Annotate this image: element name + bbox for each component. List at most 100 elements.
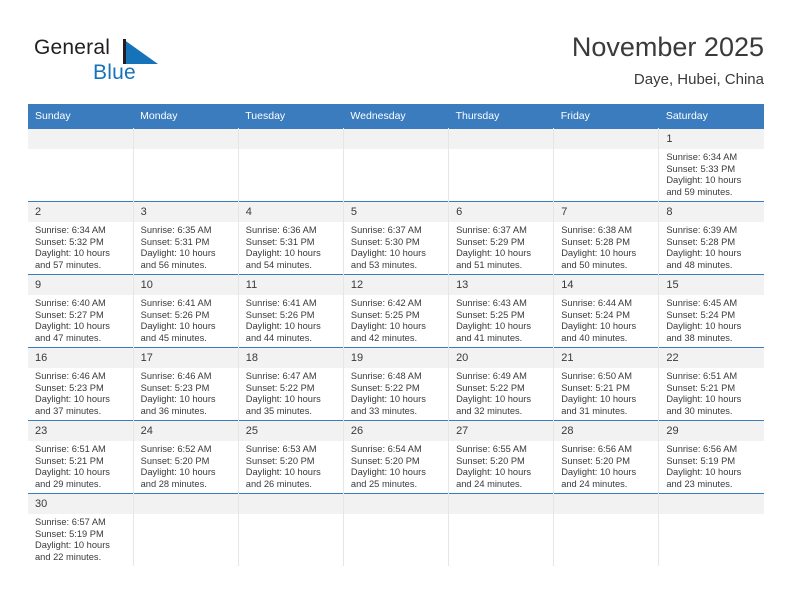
calendar-day-cell[interactable]: 24 Sunrise: 6:52 AM Sunset: 5:20 PM Dayligh… xyxy=(133,420,239,494)
sunset-text: Sunset: 5:20 PM xyxy=(140,455,210,466)
calendar-day-cell[interactable]: 19 Sunrise: 6:48 AM Sunset: 5:22 PM Dayligh… xyxy=(343,347,450,421)
sunset-text: Sunset: 5:29 PM xyxy=(456,236,525,247)
sunrise-text: Sunrise: 6:35 AM xyxy=(140,225,212,235)
sunset-text: Sunset: 5:19 PM xyxy=(35,528,104,539)
sunrise-text: Sunrise: 6:46 AM xyxy=(35,371,106,381)
daylight-text-line2: and 40 minutes. xyxy=(561,332,628,343)
day-number: 3 xyxy=(133,202,238,222)
calendar-day-cell[interactable]: 25 Sunrise: 6:53 AM Sunset: 5:20 PM Dayligh… xyxy=(238,420,344,494)
calendar-day-cell[interactable]: 12 Sunrise: 6:42 AM Sunset: 5:25 PM Dayligh… xyxy=(343,274,450,348)
day-detail: Sunrise: 6:48 AM Sunset: 5:22 PM Daylight:… xyxy=(344,368,448,417)
calendar-day-cell[interactable]: 27 Sunrise: 6:55 AM Sunset: 5:20 PM Dayligh… xyxy=(448,420,555,494)
calendar-day-cell[interactable]: 16 Sunrise: 6:46 AM Sunset: 5:23 PM Dayligh… xyxy=(28,347,134,421)
day-number: 16 xyxy=(28,348,133,368)
calendar-day-cell[interactable]: 22 Sunrise: 6:51 AM Sunset: 5:21 PM Dayligh… xyxy=(658,347,764,421)
calendar-day-cell[interactable]: 28 Sunrise: 6:56 AM Sunset: 5:20 PM Dayligh… xyxy=(553,420,660,494)
day-detail: Sunrise: 6:34 AM Sunset: 5:32 PM Daylight:… xyxy=(28,222,133,271)
sunset-text: Sunset: 5:27 PM xyxy=(35,309,104,320)
day-number xyxy=(449,494,554,514)
sunrise-text: Sunrise: 6:56 AM xyxy=(561,444,633,454)
calendar-day-cell[interactable]: 7 Sunrise: 6:38 AM Sunset: 5:28 PM Daylight… xyxy=(553,201,660,275)
calendar-day-cell[interactable]: 29 Sunrise: 6:56 AM Sunset: 5:19 PM Dayligh… xyxy=(658,420,764,494)
day-number: 8 xyxy=(659,202,764,222)
day-number xyxy=(238,494,343,514)
calendar-day-cell[interactable]: 18 Sunrise: 6:47 AM Sunset: 5:22 PM Dayligh… xyxy=(238,347,344,421)
day-detail: Sunrise: 6:49 AM Sunset: 5:22 PM Daylight:… xyxy=(449,368,553,417)
day-detail: Sunrise: 6:41 AM Sunset: 5:26 PM Daylight:… xyxy=(239,295,343,344)
day-number xyxy=(133,494,238,514)
calendar-day-cell[interactable]: 6 Sunrise: 6:37 AM Sunset: 5:29 PM Daylight… xyxy=(448,201,555,275)
daylight-text-line1: Daylight: 10 hours xyxy=(561,467,637,478)
sunrise-text: Sunrise: 6:49 AM xyxy=(456,371,527,381)
day-number: 29 xyxy=(659,421,764,441)
daylight-text-line2: and 25 minutes. xyxy=(350,478,418,489)
title-block: November 2025 Daye, Hubei, China xyxy=(572,30,764,91)
sunrise-text: Sunrise: 6:36 AM xyxy=(245,225,317,235)
calendar-day-cell[interactable]: 20 Sunrise: 6:49 AM Sunset: 5:22 PM Dayligh… xyxy=(448,347,555,421)
calendar-day-cell[interactable]: 1 Sunrise: 6:34 AM Sunset: 5:33 PM Daylight… xyxy=(658,128,764,202)
day-number: 20 xyxy=(449,348,554,368)
calendar-day-cell[interactable]: 5 Sunrise: 6:37 AM Sunset: 5:30 PM Daylight… xyxy=(343,201,450,275)
calendar-day-cell[interactable]: 30 Sunrise: 6:57 AM Sunset: 5:19 PM Dayligh… xyxy=(28,493,134,566)
daylight-text-line1: Daylight: 10 hours xyxy=(350,321,426,332)
day-number xyxy=(133,129,238,149)
sunrise-sunset-calendar: Sunday Monday Tuesday Wednesday Thursday… xyxy=(28,104,764,566)
daylight-text-line1: Daylight: 10 hours xyxy=(666,467,742,478)
sunrise-text: Sunrise: 6:39 AM xyxy=(666,225,738,235)
sunrise-text: Sunrise: 6:46 AM xyxy=(140,371,212,381)
day-detail: Sunrise: 6:34 AM Sunset: 5:33 PM Daylight:… xyxy=(659,149,764,198)
day-number: 24 xyxy=(133,421,238,441)
daylight-text-line1: Daylight: 10 hours xyxy=(35,467,110,478)
page-header: General Blue November 2025 Daye, Hubei, … xyxy=(28,30,764,100)
sunset-text: Sunset: 5:24 PM xyxy=(666,309,736,320)
daylight-text-line1: Daylight: 10 hours xyxy=(456,467,531,478)
sunset-text: Sunset: 5:24 PM xyxy=(561,309,630,320)
calendar-day-cell[interactable]: 23 Sunrise: 6:51 AM Sunset: 5:21 PM Dayligh… xyxy=(28,420,134,494)
calendar-day-cell[interactable]: 17 Sunrise: 6:46 AM Sunset: 5:23 PM Dayligh… xyxy=(133,347,239,421)
sunrise-text: Sunrise: 6:50 AM xyxy=(561,371,633,381)
calendar-day-cell[interactable]: 21 Sunrise: 6:50 AM Sunset: 5:21 PM Dayligh… xyxy=(553,347,660,421)
daylight-text-line1: Daylight: 10 hours xyxy=(140,467,216,478)
daylight-text-line2: and 47 minutes. xyxy=(35,332,102,343)
daylight-text-line2: and 37 minutes. xyxy=(35,405,102,416)
daylight-text-line2: and 51 minutes. xyxy=(456,259,523,270)
calendar-week-row: 1 Sunrise: 6:34 AM Sunset: 5:33 PM Daylight… xyxy=(28,128,764,202)
calendar-day-cell[interactable]: 11 Sunrise: 6:41 AM Sunset: 5:26 PM Dayligh… xyxy=(238,274,344,348)
daylight-text-line1: Daylight: 10 hours xyxy=(350,248,426,259)
calendar-day-cell[interactable]: 10 Sunrise: 6:41 AM Sunset: 5:26 PM Dayligh… xyxy=(133,274,239,348)
calendar-day-cell[interactable]: 3 Sunrise: 6:35 AM Sunset: 5:31 PM Daylight… xyxy=(133,201,239,275)
calendar-day-cell[interactable]: 2 Sunrise: 6:34 AM Sunset: 5:32 PM Daylight… xyxy=(28,201,134,275)
daylight-text-line1: Daylight: 10 hours xyxy=(245,248,321,259)
calendar-day-cell[interactable]: 4 Sunrise: 6:36 AM Sunset: 5:31 PM Daylight… xyxy=(238,201,344,275)
day-number: 10 xyxy=(133,275,238,295)
calendar-day-cell[interactable]: 9 Sunrise: 6:40 AM Sunset: 5:27 PM Daylight… xyxy=(28,274,134,348)
sunset-text: Sunset: 5:31 PM xyxy=(245,236,315,247)
daylight-text-line2: and 57 minutes. xyxy=(35,259,102,270)
daylight-text-line1: Daylight: 10 hours xyxy=(140,394,216,405)
weekday-header-tuesday: Tuesday xyxy=(238,104,344,129)
calendar-day-cell[interactable]: 13 Sunrise: 6:43 AM Sunset: 5:25 PM Dayligh… xyxy=(448,274,555,348)
daylight-text-line2: and 32 minutes. xyxy=(456,405,523,416)
calendar-day-cell[interactable]: 8 Sunrise: 6:39 AM Sunset: 5:28 PM Daylight… xyxy=(658,201,764,275)
daylight-text-line2: and 35 minutes. xyxy=(245,405,312,416)
calendar-day-cell[interactable]: 14 Sunrise: 6:44 AM Sunset: 5:24 PM Dayligh… xyxy=(553,274,660,348)
day-detail: Sunrise: 6:38 AM Sunset: 5:28 PM Daylight:… xyxy=(554,222,658,271)
daylight-text-line1: Daylight: 10 hours xyxy=(35,540,110,551)
general-blue-logo[interactable]: General Blue xyxy=(34,34,234,94)
calendar-day-cell[interactable]: 15 Sunrise: 6:45 AM Sunset: 5:24 PM Dayligh… xyxy=(658,274,764,348)
calendar-day-cell[interactable]: 26 Sunrise: 6:54 AM Sunset: 5:20 PM Dayligh… xyxy=(343,420,450,494)
daylight-text-line1: Daylight: 10 hours xyxy=(350,467,426,478)
calendar-body: 1 Sunrise: 6:34 AM Sunset: 5:33 PM Daylight… xyxy=(28,128,764,566)
sunrise-text: Sunrise: 6:34 AM xyxy=(666,152,738,162)
sunset-text: Sunset: 5:22 PM xyxy=(350,382,420,393)
daylight-text-line2: and 24 minutes. xyxy=(456,478,523,489)
day-number: 22 xyxy=(659,348,764,368)
day-detail: Sunrise: 6:39 AM Sunset: 5:28 PM Daylight:… xyxy=(659,222,764,271)
calendar-day-cell-empty xyxy=(343,128,450,202)
calendar-day-cell-empty xyxy=(238,493,344,566)
daylight-text-line2: and 29 minutes. xyxy=(35,478,102,489)
sunrise-text: Sunrise: 6:37 AM xyxy=(350,225,422,235)
day-number: 30 xyxy=(28,494,133,514)
sunrise-text: Sunrise: 6:57 AM xyxy=(35,517,106,527)
day-number: 6 xyxy=(449,202,554,222)
